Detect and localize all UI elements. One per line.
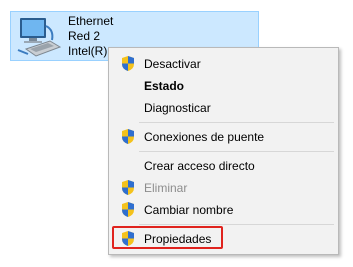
menu-item-label: Cambiar nombre: [144, 203, 234, 217]
menu-separator: [139, 122, 334, 123]
menu-item-label: Crear acceso directo: [144, 159, 255, 173]
menu-item-label: Eliminar: [144, 181, 188, 195]
menu-item-conexiones-de-puente[interactable]: Conexiones de puente: [111, 126, 336, 147]
network-adapter-icon: [17, 18, 62, 57]
menu-item-estado[interactable]: Estado: [111, 75, 336, 96]
uac-shield-icon: [122, 202, 134, 217]
menu-item-label: Conexiones de puente: [144, 130, 265, 144]
context-menu: Desactivar Estado Diagnosticar Conexione…: [108, 47, 339, 255]
uac-shield-icon: [122, 56, 134, 71]
menu-item-cambiar-nombre[interactable]: Cambiar nombre: [111, 199, 336, 220]
menu-item-crear-acceso-directo[interactable]: Crear acceso directo: [111, 155, 336, 176]
uac-shield-icon: [122, 231, 134, 246]
adapter-name: Ethernet: [68, 14, 114, 28]
adapter-network: Red 2: [68, 29, 101, 43]
menu-item-diagnosticar[interactable]: Diagnosticar: [111, 97, 336, 118]
menu-separator: [139, 151, 334, 152]
uac-shield-icon: [122, 180, 134, 195]
menu-item-eliminar: Eliminar: [111, 177, 336, 198]
menu-item-label: Diagnosticar: [144, 101, 211, 115]
menu-item-desactivar[interactable]: Desactivar: [111, 53, 336, 74]
menu-item-propiedades[interactable]: Propiedades: [111, 228, 336, 249]
menu-separator: [139, 224, 334, 225]
menu-item-label: Propiedades: [144, 232, 212, 246]
uac-shield-icon: [122, 129, 134, 144]
menu-item-label: Estado: [144, 79, 185, 93]
menu-item-label: Desactivar: [144, 57, 201, 71]
adapter-device: Intel(R): [68, 44, 108, 58]
